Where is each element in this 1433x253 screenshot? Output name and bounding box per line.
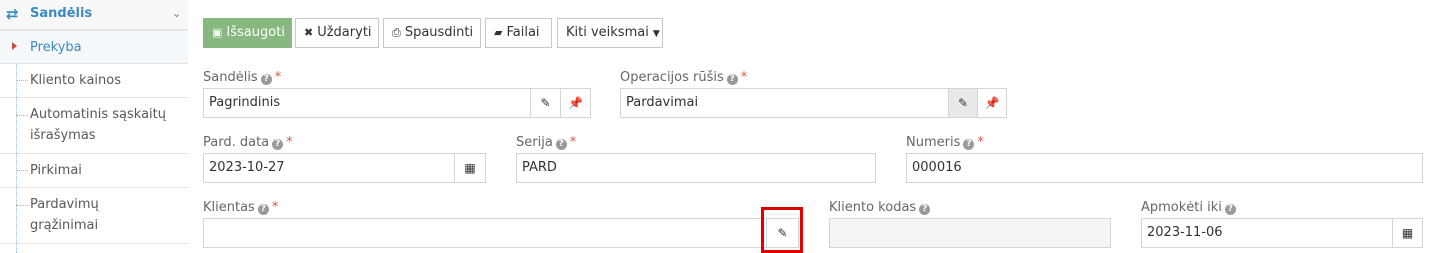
help-icon[interactable]: ? <box>919 204 931 215</box>
operation-type-field[interactable]: Pardavimai <box>620 88 949 118</box>
sidebar-item-label: Pirkimai <box>30 163 82 178</box>
close-icon: ✖ <box>304 26 314 39</box>
sidebar-item-automatinis-saskaitu-israsymas[interactable]: Automatinis sąskaitų išrašymas <box>0 97 188 153</box>
sale-date-label: Pard. data? * <box>203 135 293 150</box>
print-button[interactable]: ⎙ Spausdinti <box>383 18 481 48</box>
help-icon[interactable]: ? <box>257 204 269 215</box>
files-button[interactable]: ▰ Failai <box>485 18 552 48</box>
help-icon[interactable]: ? <box>272 139 284 150</box>
operation-type-label: Operacijos rūšis? * <box>620 70 748 85</box>
series-field[interactable]: PARD <box>516 153 876 183</box>
sidebar-item-label: Automatinis sąskaitų <box>30 107 167 122</box>
exchange-icon: ⇄ <box>6 5 19 23</box>
help-icon[interactable]: ? <box>1224 204 1236 215</box>
calendar-icon: ▦ <box>464 161 476 175</box>
client-code-label: Kliento kodas? <box>829 200 931 215</box>
pay-until-field[interactable]: 2023-11-06 <box>1141 218 1393 248</box>
sidebar-item-kliento-kainos[interactable]: Kliento kainos <box>0 63 188 97</box>
print-icon: ⎙ <box>392 26 401 39</box>
caret-right-icon <box>12 42 17 50</box>
required-marker: * <box>286 135 293 150</box>
floppy-disk-icon: ▣ <box>212 26 223 39</box>
pencil-icon: ✎ <box>540 96 551 110</box>
required-marker: * <box>271 200 279 215</box>
sidebar-item-label: Prekyba <box>30 40 82 55</box>
sidebar-item-label: Kliento kainos <box>30 73 122 88</box>
client-field[interactable] <box>203 218 767 248</box>
help-icon[interactable]: ? <box>963 139 975 150</box>
sidebar-item-pirkimai[interactable]: Pirkimai <box>0 153 188 187</box>
series-label: Serija? * <box>516 135 577 150</box>
sidebar-section-header[interactable]: ⇄ Sandėlis ⌄ <box>0 0 188 30</box>
warehouse-label: Sandėlis? * <box>203 70 282 85</box>
close-button[interactable]: ✖ Uždaryti <box>295 18 379 48</box>
client-label: Klientas? * <box>203 200 279 215</box>
warehouse-edit-button[interactable]: ✎ <box>530 88 561 118</box>
sidebar: ⇄ Sandėlis ⌄ Prekyba Kliento kainos Auto… <box>0 0 188 253</box>
sidebar-item-pardavimu-grazinimai[interactable]: Pardavimų grąžinimai <box>0 187 188 243</box>
sidebar-item-prekyba[interactable]: Prekyba <box>0 30 188 63</box>
chevron-down-icon[interactable]: ⌄ <box>172 7 181 20</box>
number-field[interactable]: 000016 <box>906 153 1423 183</box>
help-icon[interactable]: ? <box>726 74 738 85</box>
operation-type-pin-button[interactable]: 📌 <box>977 88 1007 118</box>
highlight-box <box>761 207 803 253</box>
sidebar-item-label-line2: grąžinimai <box>30 218 99 233</box>
required-marker: * <box>740 70 748 85</box>
sale-date-calendar-button[interactable]: ▦ <box>454 153 486 183</box>
pin-icon: 📌 <box>984 96 1000 110</box>
folder-open-icon: ▰ <box>494 26 503 39</box>
sale-date-field[interactable]: 2023-10-27 <box>203 153 455 183</box>
save-button[interactable]: ▣ Išsaugoti <box>203 18 292 48</box>
help-icon[interactable]: ? <box>260 74 272 85</box>
warehouse-pin-button[interactable]: 📌 <box>560 88 591 118</box>
number-label: Numeris? * <box>906 135 984 150</box>
caret-down-icon: ▼ <box>652 29 660 39</box>
pay-until-calendar-button[interactable]: ▦ <box>1392 218 1423 248</box>
pay-until-label: Apmokėti iki? <box>1141 200 1236 215</box>
client-code-field <box>829 218 1111 248</box>
required-marker: * <box>274 70 282 85</box>
sidebar-item-next[interactable] <box>0 243 188 253</box>
warehouse-field[interactable]: Pagrindinis <box>203 88 531 118</box>
required-marker: * <box>977 135 984 150</box>
sidebar-item-label: Pardavimų <box>30 197 99 212</box>
help-icon[interactable]: ? <box>555 139 567 150</box>
operation-type-edit-button[interactable]: ✎ <box>948 88 978 118</box>
sidebar-section-title: Sandėlis <box>30 6 93 21</box>
calendar-icon: ▦ <box>1401 226 1414 240</box>
pencil-icon: ✎ <box>957 96 969 110</box>
more-actions-dropdown[interactable]: Kiti veiksmai ▼ <box>557 18 663 48</box>
required-marker: * <box>569 135 577 150</box>
pin-icon: 📌 <box>568 96 583 110</box>
sidebar-item-label-line2: išrašymas <box>30 128 96 143</box>
